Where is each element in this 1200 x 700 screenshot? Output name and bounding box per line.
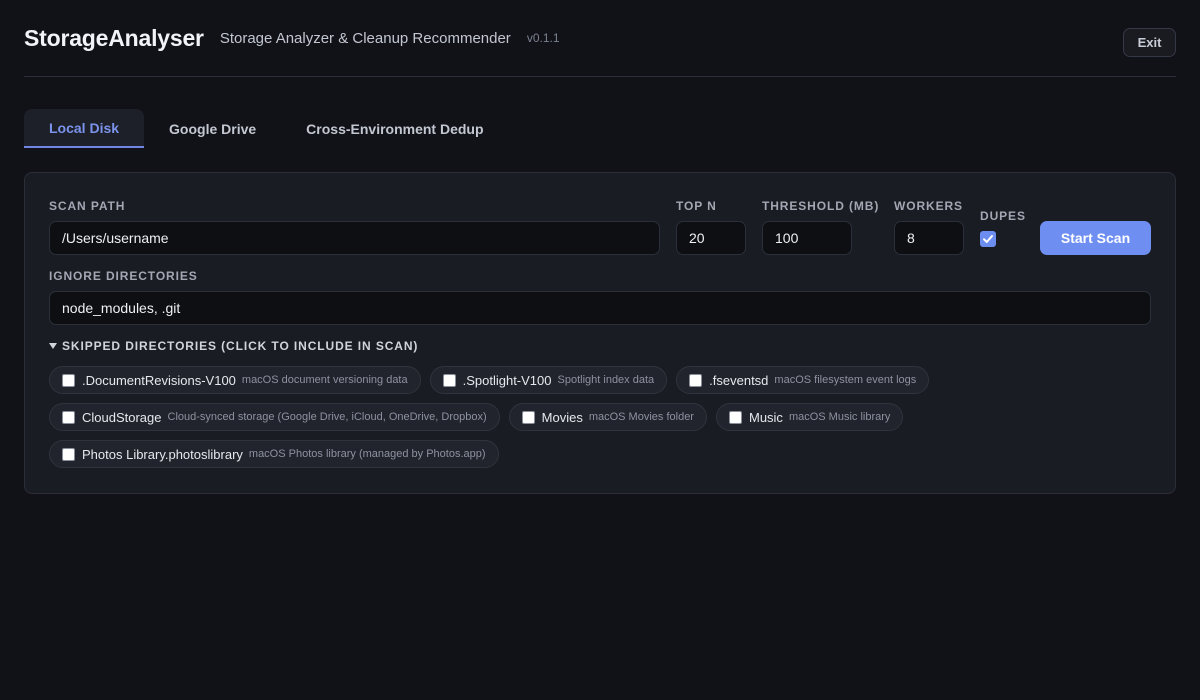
triangle-down-icon	[49, 343, 57, 349]
dir-description: macOS Movies folder	[588, 411, 694, 423]
threshold-label: THRESHOLD (MB)	[762, 199, 880, 213]
workers-label: WORKERS	[894, 199, 963, 213]
include-checkbox[interactable]	[62, 447, 75, 461]
include-checkbox[interactable]	[689, 373, 703, 387]
include-checkbox[interactable]	[442, 373, 456, 387]
dir-name: .Spotlight-V100	[462, 372, 552, 388]
start-scan-button[interactable]: Start Scan	[1040, 221, 1151, 255]
dir-description: Spotlight index data	[557, 374, 655, 386]
include-checkbox[interactable]	[62, 373, 75, 387]
exit-button[interactable]: Exit	[1123, 28, 1176, 57]
top-n-label: TOP N	[676, 199, 717, 213]
threshold-input[interactable]: 100	[762, 221, 852, 255]
skipped-dir-chip[interactable]: Music macOS Music library	[715, 403, 904, 431]
skipped-dir-chip[interactable]: .Spotlight-V100 Spotlight index data	[429, 366, 668, 394]
dir-name: .fseventsd	[709, 372, 769, 388]
app-header: StorageAnalyser Storage Analyzer & Clean…	[24, 0, 1176, 77]
dir-description: Cloud-synced storage (Google Drive, iClo…	[167, 411, 487, 423]
dir-description: macOS filesystem event logs	[774, 374, 917, 386]
app-title: StorageAnalyser	[24, 24, 204, 51]
app-subtitle: Storage Analyzer & Cleanup Recommender	[219, 29, 511, 47]
dir-description: macOS Photos library (managed by Photos.…	[248, 448, 486, 460]
skipped-dir-chip[interactable]: .DocumentRevisions-V100 macOS document v…	[49, 366, 421, 394]
dir-name: .DocumentRevisions-V100	[82, 372, 236, 388]
include-checkbox[interactable]	[62, 410, 75, 424]
top-n-input[interactable]: 20	[676, 221, 746, 255]
tab-local-disk[interactable]: Local Disk	[24, 109, 145, 148]
include-checkbox[interactable]	[521, 410, 535, 424]
chip-row: CloudStorage Cloud-synced storage (Googl…	[49, 403, 1159, 431]
scan-settings-panel: SCAN PATH /Users/username TOP N 20 THRES…	[24, 172, 1176, 494]
tab-google-drive[interactable]: Google Drive	[144, 109, 281, 148]
tab-bar: Local Disk Google Drive Cross-Environmen…	[24, 109, 509, 148]
workers-input[interactable]: 8	[894, 221, 964, 255]
chip-row: Photos Library.photoslibrary macOS Photo…	[49, 440, 1159, 468]
dir-name: Photos Library.photoslibrary	[82, 446, 243, 462]
tab-cross-environment-dedup[interactable]: Cross-Environment Dedup	[281, 109, 508, 148]
dupes-checkbox[interactable]	[980, 231, 996, 247]
skipped-directories-title: SKIPPED DIRECTORIES (CLICK TO INCLUDE IN…	[62, 339, 419, 353]
include-checkbox[interactable]	[728, 410, 742, 424]
skipped-dir-chip[interactable]: Photos Library.photoslibrary macOS Photo…	[49, 440, 499, 468]
scan-path-label: SCAN PATH	[49, 199, 126, 213]
checkmark-icon	[983, 235, 993, 243]
skipped-directories-list: .DocumentRevisions-V100 macOS document v…	[49, 366, 1159, 477]
dupes-label: DUPES	[980, 209, 1026, 223]
ignore-directories-input[interactable]: node_modules, .git	[49, 291, 1151, 325]
scan-path-input[interactable]: /Users/username	[49, 221, 660, 255]
dir-description: macOS Music library	[788, 411, 891, 423]
storage-analyser-app: StorageAnalyser Storage Analyzer & Clean…	[0, 0, 1200, 700]
dir-description: macOS document versioning data	[241, 374, 408, 386]
dir-name: Music	[748, 409, 783, 425]
skipped-dir-chip[interactable]: Movies macOS Movies folder	[508, 403, 707, 431]
dir-name: CloudStorage	[82, 409, 162, 425]
chip-row: .DocumentRevisions-V100 macOS document v…	[49, 366, 1159, 394]
skipped-dir-chip[interactable]: .fseventsd macOS filesystem event logs	[676, 366, 930, 394]
app-version: v0.1.1	[526, 31, 560, 45]
dir-name: Movies	[541, 409, 583, 425]
skipped-directories-toggle[interactable]: SKIPPED DIRECTORIES (CLICK TO INCLUDE IN…	[49, 339, 418, 353]
skipped-dir-chip[interactable]: CloudStorage Cloud-synced storage (Googl…	[49, 403, 500, 431]
ignore-directories-label: IGNORE DIRECTORIES	[49, 269, 198, 283]
